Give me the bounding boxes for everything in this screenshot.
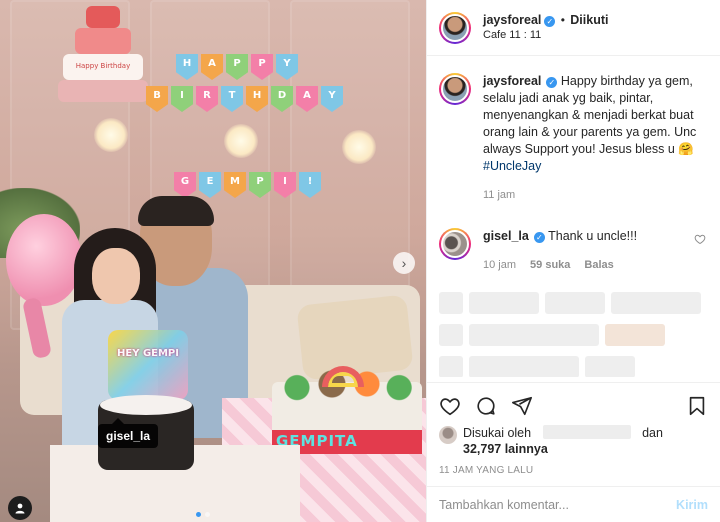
- birthday-bunting-2: B I R T H D A Y: [146, 86, 343, 112]
- verified-icon: ✓: [533, 232, 545, 243]
- wall-lamp: [224, 124, 258, 158]
- liker-name-blurred[interactable]: [542, 425, 631, 439]
- wall-lamp: [342, 130, 376, 164]
- birthday-bunting: H A P P Y: [176, 54, 298, 80]
- comment-likes[interactable]: 59 suka: [530, 257, 570, 274]
- likes-conj: dan: [642, 426, 663, 440]
- follow-status[interactable]: Diikuti: [570, 13, 608, 27]
- carousel-dot-active: [196, 512, 201, 517]
- tagged-users-button[interactable]: [8, 496, 32, 520]
- girl-face: [92, 248, 140, 304]
- user-icon: [15, 503, 25, 514]
- commenter-avatar[interactable]: [439, 228, 471, 260]
- comment-time[interactable]: 10 jam: [483, 257, 516, 274]
- comment-input[interactable]: [439, 497, 677, 512]
- carousel-dot: [205, 512, 210, 517]
- verified-icon: ✓: [544, 15, 556, 27]
- chevron-right-icon: ›: [401, 255, 407, 271]
- likes-count[interactable]: 32,797 lainnya: [463, 442, 548, 456]
- topper-label: HEY GEMPI: [117, 348, 179, 359]
- reply-button[interactable]: Balas: [584, 257, 613, 274]
- likes-prefix: Disukai oleh: [463, 426, 532, 440]
- comment-form: Kirim: [427, 486, 720, 522]
- likes-summary: Disukai oleh dan 32,797 lainnya: [439, 425, 708, 457]
- post-photo[interactable]: Happy Birthday H A P P Y B I R T H D A Y…: [0, 0, 426, 522]
- like-icon[interactable]: [439, 395, 461, 417]
- cake-decoration: Happy Birthday: [58, 0, 148, 110]
- caption-username[interactable]: jaysforeal: [483, 74, 541, 88]
- bookmark-icon[interactable]: [686, 395, 708, 417]
- author-avatar[interactable]: [439, 11, 471, 44]
- comment: gisel_la ✓ Thank u uncle!!! 10 jam 59 suk…: [439, 228, 708, 274]
- wall-panel: [290, 0, 410, 330]
- comment-icon[interactable]: [475, 395, 497, 417]
- wall-lamp: [94, 118, 128, 152]
- mini-cake-label: Happy Birthday: [63, 54, 143, 80]
- comment-like-icon[interactable]: [694, 233, 706, 245]
- post-comment-button[interactable]: Kirim: [676, 498, 708, 512]
- post-actions: Disukai oleh dan 32,797 lainnya 11 JAM Y…: [427, 382, 720, 486]
- carousel-dots: [196, 512, 210, 517]
- name-bunting: G E M P I !: [174, 172, 321, 198]
- blurred-comments: [439, 292, 708, 377]
- caption: jaysforeal ✓ Happy birthday ya gem, selal…: [439, 73, 708, 204]
- cake-topper: HEY GEMPI: [108, 330, 188, 400]
- share-icon[interactable]: [511, 395, 533, 417]
- next-photo-button[interactable]: ›: [393, 252, 415, 274]
- hashtag-link[interactable]: #UncleJay: [483, 159, 541, 173]
- location-link[interactable]: Cafe 11 : 11: [483, 28, 608, 43]
- author-username[interactable]: jaysforeal: [483, 13, 541, 27]
- comments-section: jaysforeal ✓ Happy birthday ya gem, selal…: [427, 57, 720, 377]
- caption-time[interactable]: 11 jam: [483, 187, 515, 204]
- user-tag[interactable]: gisel_la: [98, 418, 159, 448]
- comment-username[interactable]: gisel_la: [483, 229, 529, 243]
- post-header: jaysforeal ✓ • Diikuti Cafe 11 : 11: [427, 0, 720, 56]
- post-timestamp[interactable]: 11 JAM YANG LALU: [439, 465, 708, 476]
- man-hair: [138, 196, 214, 226]
- comment-text: Thank u uncle!!!: [548, 229, 638, 243]
- caption-avatar[interactable]: [439, 73, 471, 105]
- cake-top-frosting: [100, 395, 192, 415]
- verified-icon: ✓: [546, 77, 558, 88]
- liker-avatar[interactable]: [439, 426, 457, 444]
- balloon: [6, 214, 82, 306]
- post-sidebar: jaysforeal ✓ • Diikuti Cafe 11 : 11 jaysf…: [426, 0, 720, 522]
